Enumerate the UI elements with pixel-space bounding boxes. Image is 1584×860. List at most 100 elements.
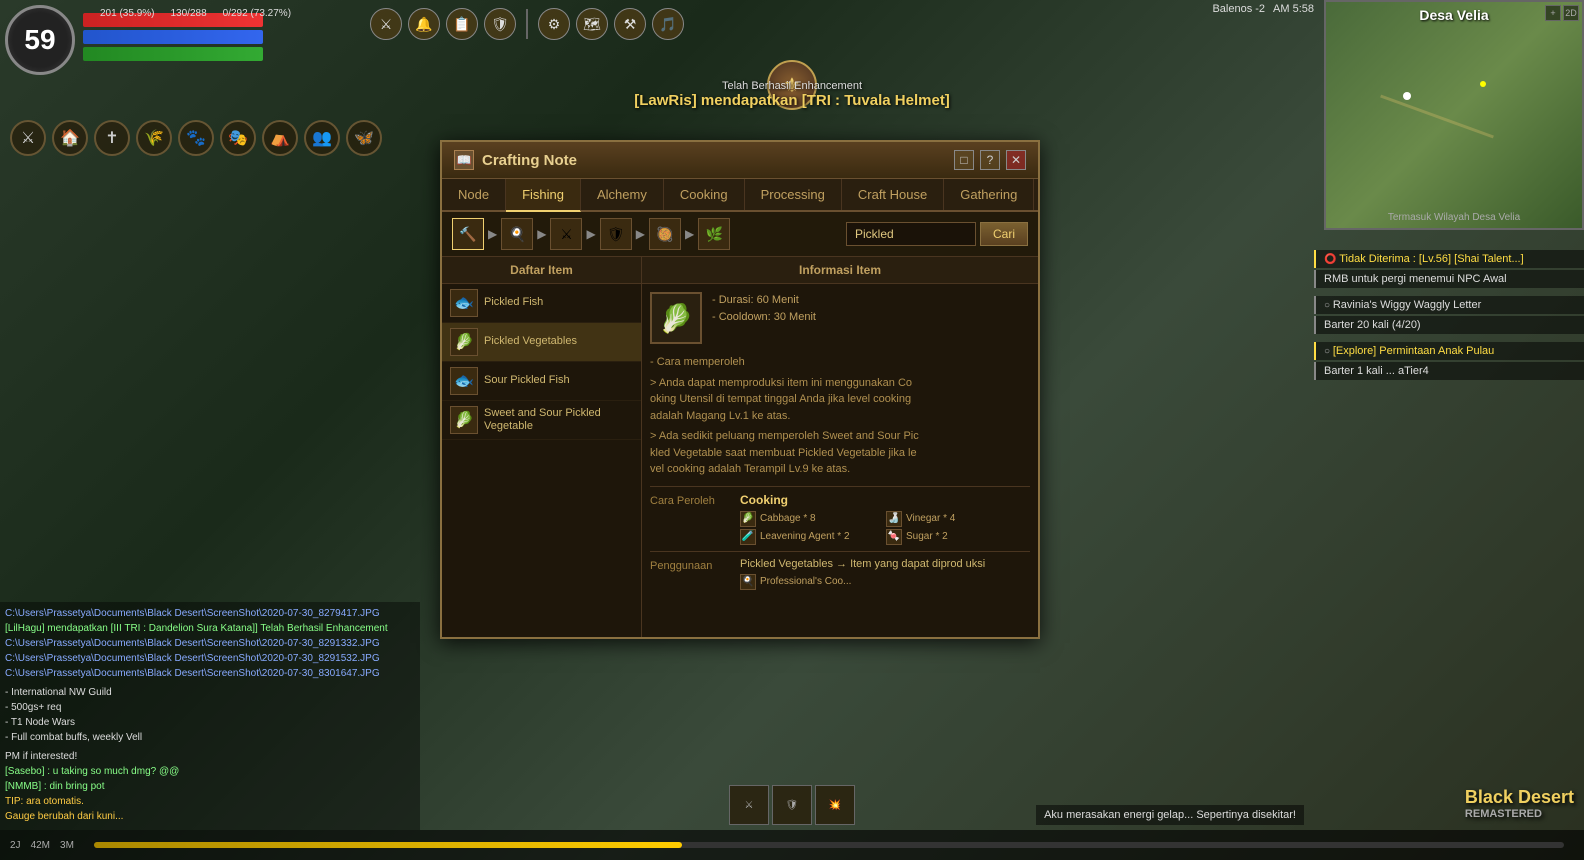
skill-slot-2[interactable]: 🛡	[772, 785, 812, 825]
hud-icon-6[interactable]: 🎭	[220, 120, 256, 156]
breadcrumb-arrow-2: ▶	[535, 227, 548, 241]
breadcrumb-icon-2[interactable]: 🍳	[501, 218, 533, 250]
nav-icon-2[interactable]: 🔔	[408, 8, 440, 40]
recipe-title: Cooking	[740, 493, 1030, 507]
breadcrumb-icon-4[interactable]: 🛡	[600, 218, 632, 250]
modal-tabs: Node Fishing Alchemy Cooking Processing …	[442, 179, 1038, 212]
mp-row: 614/614	[83, 30, 263, 44]
chat-player-1: [Sasebo] : u taking so much dmg? @@	[5, 765, 415, 778]
item-thumb-2: 🐟	[450, 367, 478, 395]
chat-panel: C:\Users\Prassetya\Documents\Black Deser…	[0, 602, 420, 830]
nav-icon-3[interactable]: 📋	[446, 8, 478, 40]
hud-icon-7[interactable]: ⛺	[262, 120, 298, 156]
skill-slot-1[interactable]: ⚔	[729, 785, 769, 825]
enhancement-notification: Telah Berhasil Enhancement [LawRis] mend…	[634, 80, 950, 109]
item-desc-text: - Durasi: 60 Menit - Cooldown: 30 Menit	[712, 292, 816, 344]
tab-alchemy[interactable]: Alchemy	[581, 179, 664, 210]
ap-stat: 201 (35.9%)	[100, 8, 154, 19]
item-thumb-1: 🥬	[450, 328, 478, 356]
breadcrumb-icon-1[interactable]: 🔨	[452, 218, 484, 250]
tab-processing[interactable]: Processing	[745, 179, 842, 210]
modal-new-btn[interactable]: □	[954, 150, 974, 170]
ingredient-3: 🍬 Sugar * 2	[886, 529, 1030, 545]
breadcrumb-icon-6[interactable]: 🌿	[698, 218, 730, 250]
minimap-zoom-in[interactable]: +	[1545, 5, 1561, 21]
skill-slot-3[interactable]: 💥	[815, 785, 855, 825]
chat-guild-4: - Full combat buffs, weekly Vell	[5, 731, 415, 744]
nav-icon-5[interactable]: ⚙	[538, 8, 570, 40]
stat-bars: 3533/3533 614/614 100.0%	[83, 13, 263, 61]
hud-icon-1[interactable]: ⚔	[10, 120, 46, 156]
chat-pm-invite: PM if interested!	[5, 750, 415, 763]
ing-text-1: Vinegar * 4	[906, 513, 955, 524]
chat-line-1: [LilHagu] mendapatkan [III TRI : Dandeli…	[5, 622, 415, 635]
modal-close-btn[interactable]: ✕	[1006, 150, 1026, 170]
game-title: Black Desert	[1465, 787, 1574, 808]
breadcrumb-icon-5[interactable]: 🥘	[649, 218, 681, 250]
hud-icon-3[interactable]: ✝	[94, 120, 130, 156]
modal-controls: □ ? ✕	[954, 150, 1026, 170]
usage-item-0: 🍳 Professional's Coo...	[740, 574, 1030, 590]
quest-item-4[interactable]: ○ [Explore] Permintaan Anak Pulau	[1314, 342, 1584, 360]
nav-icon-4[interactable]: 🛡	[484, 8, 516, 40]
list-item[interactable]: 🥬 Sweet and Sour Pickled Vegetable	[442, 401, 641, 440]
tab-crafthouse[interactable]: Craft House	[842, 179, 944, 210]
tab-gathering[interactable]: Gathering	[944, 179, 1034, 210]
search-button[interactable]: Cari	[980, 222, 1028, 246]
chat-guild-3: - T1 Node Wars	[5, 716, 415, 729]
chat-line-2: C:\Users\Prassetya\Documents\Black Deser…	[5, 637, 415, 650]
bottom-stat-2: 42M	[31, 840, 50, 851]
list-item[interactable]: 🥬 Pickled Vegetables	[442, 323, 641, 362]
item-info-panel: Informasi Item 🥬 - Durasi: 60 Menit - Co…	[642, 257, 1038, 637]
minimap-2d-toggle[interactable]: 2D	[1563, 5, 1579, 21]
list-item[interactable]: 🐟 Sour Pickled Fish	[442, 362, 641, 401]
tab-node[interactable]: Node	[442, 179, 506, 210]
skill-bar: ⚔ 🛡 💥	[729, 785, 855, 825]
item-name-3: Sweet and Sour Pickled Vegetable	[484, 407, 633, 433]
breadcrumb-icon-3[interactable]: ⚔	[550, 218, 582, 250]
hud-icon-4[interactable]: 🌾	[136, 120, 172, 156]
bottom-notification: Aku merasakan energi gelap... Sepertinya…	[1036, 805, 1304, 825]
modal-content: Daftar Item 🐟 Pickled Fish 🥬 Pickled Veg…	[442, 257, 1038, 637]
ing-icon-3: 🍬	[886, 529, 902, 545]
modal-title: Crafting Note	[482, 152, 577, 169]
tab-fishing[interactable]: Fishing	[506, 179, 581, 212]
hud-icon-2[interactable]: 🏠	[52, 120, 88, 156]
chat-guild-1: - International NW Guild	[5, 686, 415, 699]
search-input[interactable]	[846, 222, 976, 246]
item-cooldown: - Cooldown: 30 Menit	[712, 309, 816, 326]
game-time: AM 5:58	[1273, 3, 1314, 15]
cara-peroleh-label: Cara Peroleh	[650, 493, 740, 545]
ingredient-0: 🥬 Cabbage * 8	[740, 511, 884, 527]
penggunaan-label: Penggunaan	[650, 558, 740, 590]
how-to-get-title: - Cara memperoleh	[650, 354, 1030, 371]
bottom-stat-1: 2J	[10, 840, 21, 851]
cara-peroleh-section: Cara Peroleh Cooking 🥬 Cabbage * 8 🍶 Vin…	[650, 486, 1030, 551]
hud-icon-8[interactable]: 👥	[304, 120, 340, 156]
breadcrumb-arrow-5: ▶	[683, 227, 696, 241]
nav-icon-1[interactable]: ⚔	[370, 8, 402, 40]
ing-icon-0: 🥬	[740, 511, 756, 527]
item-info-content: 🥬 - Durasi: 60 Menit - Cooldown: 30 Meni…	[642, 284, 1038, 604]
nav-icon-7[interactable]: ⚒	[614, 8, 646, 40]
how-to-get-line-1: > Anda dapat memproduksi item ini menggu…	[650, 375, 1030, 425]
quest-item-2[interactable]: ○ Ravinia's Wiggy Waggly Letter	[1314, 296, 1584, 314]
ing-text-2: Leavening Agent * 2	[760, 531, 850, 542]
modal-title-area: 📖 Crafting Note	[454, 150, 577, 170]
nav-icon-6[interactable]: 🗺	[576, 8, 608, 40]
penggunaan-section: Penggunaan Pickled Vegetables → Item yan…	[650, 551, 1030, 596]
quest-item-0[interactable]: ⭕ Tidak Diterima : [Lv.56] [Shai Talent.…	[1314, 250, 1584, 268]
list-item[interactable]: 🐟 Pickled Fish	[442, 284, 641, 323]
nav-icon-8[interactable]: 🎵	[652, 8, 684, 40]
hud-icon-9[interactable]: 🦋	[346, 120, 382, 156]
bottom-bar: 2J 42M 3M	[0, 830, 1584, 860]
tab-cooking[interactable]: Cooking	[664, 179, 745, 210]
modal-help-btn[interactable]: ?	[980, 150, 1000, 170]
quest-panel: ⭕ Tidak Diterima : [Lv.56] [Shai Talent.…	[1314, 250, 1584, 382]
divider	[526, 9, 528, 39]
hud-icon-5[interactable]: 🐾	[178, 120, 214, 156]
game-logo: Black Desert REMASTERED	[1465, 787, 1574, 820]
ing-text-3: Sugar * 2	[906, 531, 948, 542]
energy-stat: 0/292 (73.27%)	[223, 8, 291, 19]
ing-icon-2: 🧪	[740, 529, 756, 545]
